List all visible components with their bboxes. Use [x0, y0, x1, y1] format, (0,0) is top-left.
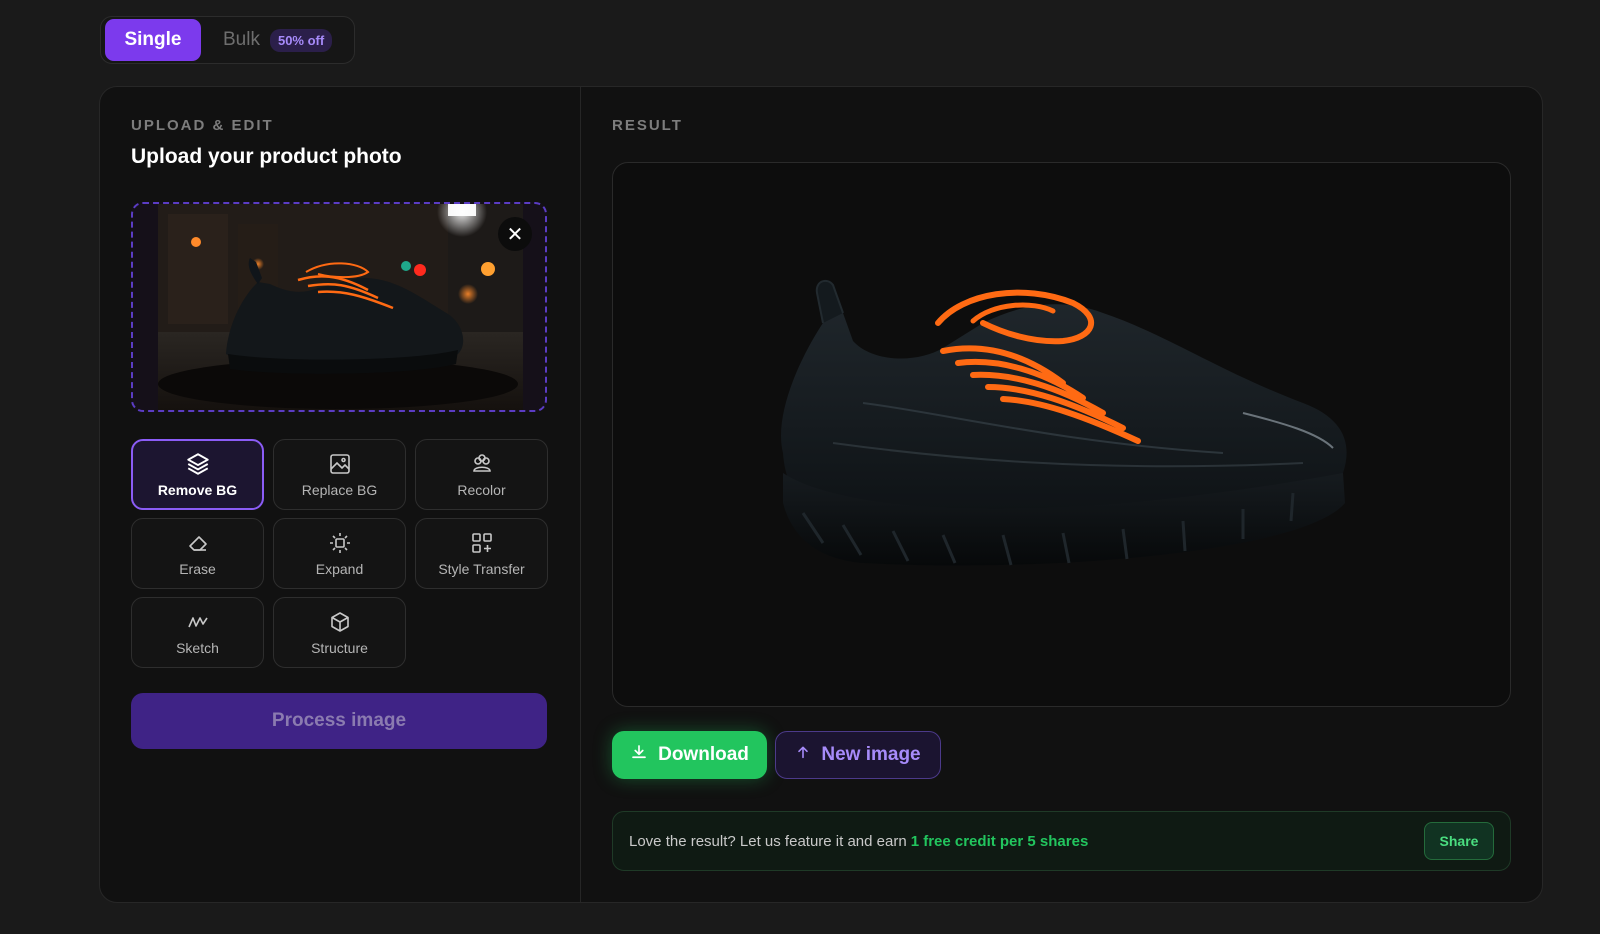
upload-edit-section: UPLOAD & EDIT Upload your product photo: [100, 87, 581, 902]
result-product-photo: [781, 279, 1347, 566]
image-icon: [327, 451, 353, 477]
download-label: Download: [658, 744, 749, 765]
grid-plus-icon: [469, 530, 495, 556]
tool-style-transfer[interactable]: Style Transfer: [415, 518, 548, 589]
bulk-mode-label: Bulk: [223, 29, 260, 50]
uploaded-product-photo: [158, 204, 523, 410]
tool-label: Remove BG: [157, 482, 238, 498]
tool-label: Erase: [179, 561, 216, 577]
download-icon: [630, 743, 648, 767]
tool-remove-bg[interactable]: Remove BG: [131, 439, 264, 510]
remove-photo-button[interactable]: ✕: [498, 217, 532, 251]
tool-label: Expand: [315, 561, 364, 577]
main-panel: UPLOAD & EDIT Upload your product photo: [99, 86, 1543, 903]
tool-label: Recolor: [457, 482, 506, 498]
palette-icon: [469, 451, 495, 477]
discount-badge: 50% off: [269, 28, 333, 52]
tool-sketch[interactable]: Sketch: [131, 597, 264, 668]
eraser-icon: [185, 530, 211, 556]
tool-erase[interactable]: Erase: [131, 518, 264, 589]
tool-structure[interactable]: Structure: [273, 597, 406, 668]
result-section: RESULT Download New image Love the resul…: [581, 87, 1542, 902]
upload-section-kicker: UPLOAD & EDIT: [131, 117, 274, 134]
upload-dropzone[interactable]: ✕: [131, 202, 547, 412]
sketch-icon: [185, 609, 211, 635]
single-mode-tab[interactable]: Single: [105, 19, 201, 61]
share-text: Love the result? Let us feature it and e…: [629, 832, 907, 850]
tool-label: Sketch: [176, 640, 219, 656]
mode-switch: Single Bulk 50% off: [100, 16, 355, 64]
share-reward-text: 1 free credit per 5 shares: [910, 832, 1089, 850]
result-section-kicker: RESULT: [612, 117, 683, 134]
bulk-mode-tab[interactable]: Bulk 50% off: [201, 19, 333, 61]
tool-recolor[interactable]: Recolor: [415, 439, 548, 510]
close-icon: ✕: [506, 223, 524, 246]
cube-icon: [327, 609, 353, 635]
result-preview: [612, 162, 1511, 707]
tool-label: Replace BG: [301, 482, 378, 498]
expand-icon: [327, 530, 353, 556]
edit-tools-grid: Remove BG Replace BG Recolor Erase Expan…: [131, 439, 548, 668]
arrow-up-icon: [795, 744, 811, 766]
new-image-button[interactable]: New image: [775, 731, 941, 779]
share-banner: Love the result? Let us feature it and e…: [612, 811, 1511, 871]
tool-label: Style Transfer: [438, 561, 525, 577]
upload-section-title: Upload your product photo: [131, 145, 402, 168]
tool-expand[interactable]: Expand: [273, 518, 406, 589]
new-image-label: New image: [821, 744, 921, 765]
share-button[interactable]: Share: [1424, 822, 1494, 860]
download-button[interactable]: Download: [612, 731, 767, 779]
tool-label: Structure: [311, 640, 368, 656]
tool-replace-bg[interactable]: Replace BG: [273, 439, 406, 510]
process-image-button[interactable]: Process image: [131, 693, 547, 749]
layers-icon: [185, 451, 211, 477]
